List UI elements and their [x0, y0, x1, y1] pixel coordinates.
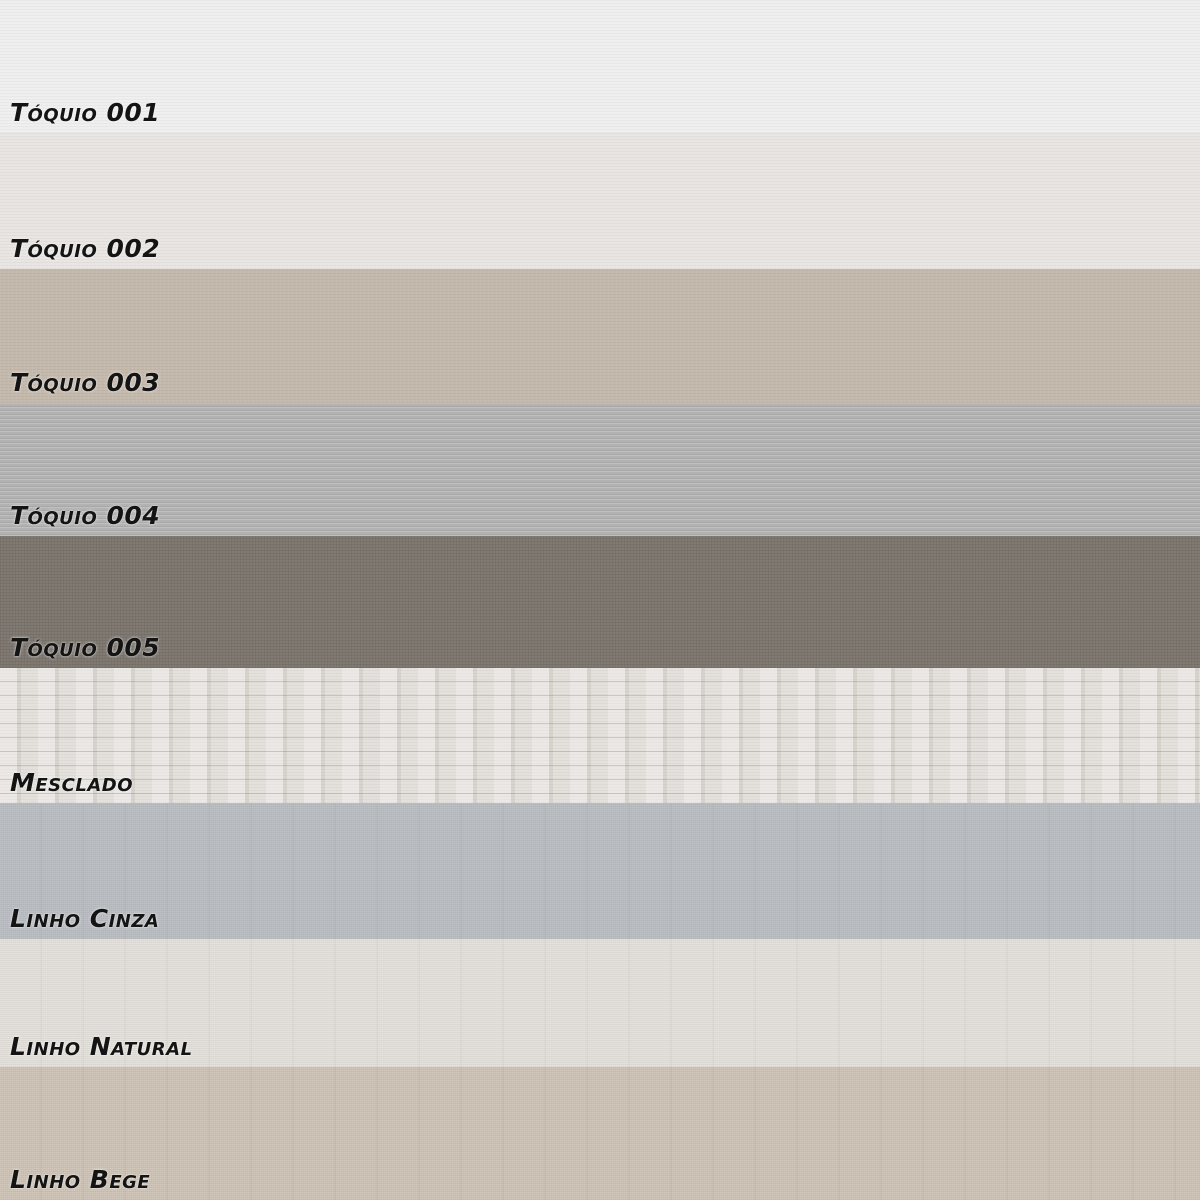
swatch-linho-bege: Linho Bege: [0, 1067, 1200, 1200]
fabric-texture: [0, 133, 1200, 269]
swatch-label: Tóquio 004: [10, 501, 161, 530]
swatch-label: Tóquio 005: [10, 633, 161, 662]
swatch-toquio-003: Tóquio 003: [0, 269, 1200, 403]
swatch-label: Tóquio 001: [10, 98, 161, 127]
swatch-label: Mesclado: [10, 768, 133, 797]
swatch-toquio-001: Tóquio 001: [0, 0, 1200, 133]
swatch-label: Tóquio 003: [10, 368, 161, 397]
fabric-texture: [0, 269, 1200, 403]
swatch-label: Tóquio 002: [10, 234, 161, 263]
swatch-mesclado: Mesclado: [0, 668, 1200, 803]
swatch-linho-natural: Linho Natural: [0, 939, 1200, 1067]
fabric-texture: [0, 803, 1200, 939]
swatch-label: Linho Natural: [10, 1032, 193, 1061]
fabric-texture: [0, 0, 1200, 133]
fabric-texture: [0, 1067, 1200, 1200]
fabric-texture: [0, 403, 1200, 536]
fabric-swatch-catalog: Tóquio 001 Tóquio 002 Tóquio 003 Tóquio …: [0, 0, 1200, 1200]
swatch-toquio-004: Tóquio 004: [0, 403, 1200, 536]
swatch-label: Linho Bege: [10, 1165, 151, 1194]
swatch-toquio-002: Tóquio 002: [0, 133, 1200, 269]
fabric-texture: [0, 668, 1200, 803]
swatch-toquio-005: Tóquio 005: [0, 536, 1200, 668]
fabric-texture: [0, 536, 1200, 668]
swatch-label: Linho Cinza: [10, 904, 160, 933]
swatch-linho-cinza: Linho Cinza: [0, 803, 1200, 939]
